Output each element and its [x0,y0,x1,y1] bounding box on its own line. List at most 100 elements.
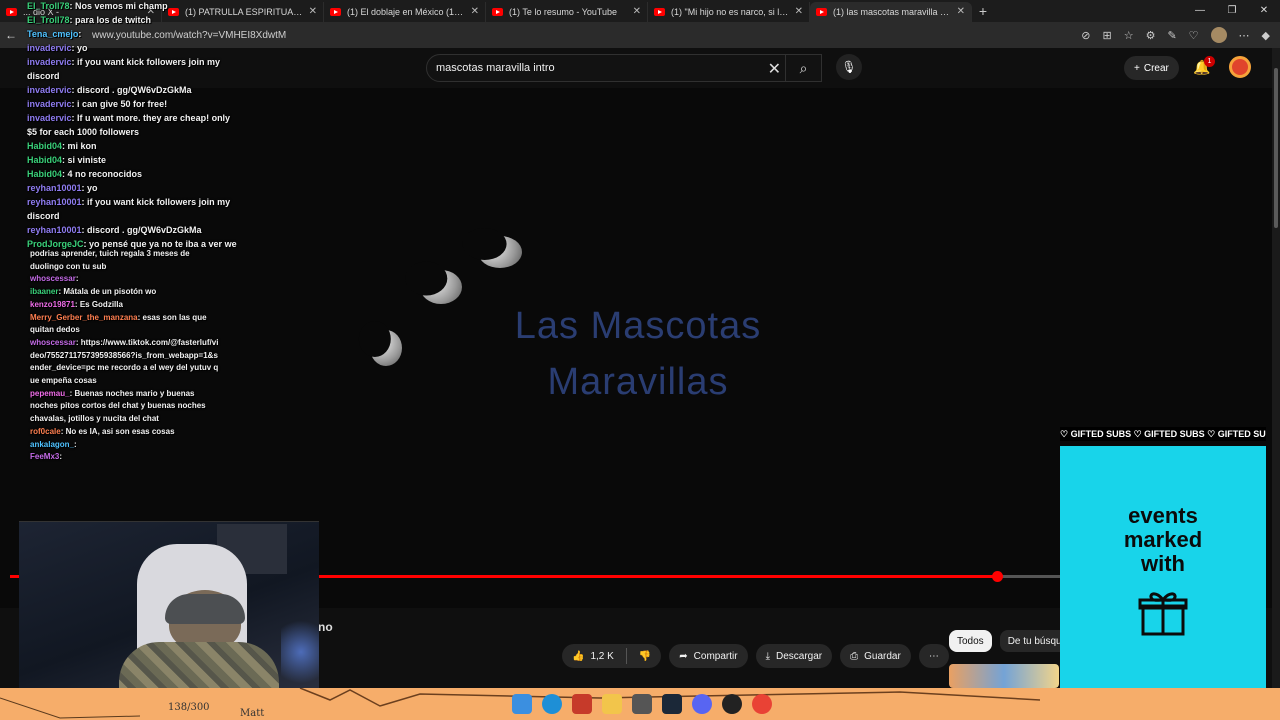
youtube-icon [330,7,341,16]
folder-icon[interactable] [602,694,622,714]
webcam-streamer-cap [165,594,245,624]
chat-message: Habid04: si viniste [27,155,107,165]
moon-image [420,270,462,304]
share-button[interactable]: ➦ Compartir [669,644,748,668]
youtube-icon [6,7,17,16]
search-input[interactable]: mascotas maravilla intro ✕ ⌕ [426,54,822,82]
chat-message: podrias aprender, tuich regala 3 meses d… [30,249,190,271]
taskbar: 138/300 Matt [0,688,1280,720]
video-title-overlay: Las Mascotas Maravillas [514,305,762,403]
chat-overlay-bottom: podrias aprender, tuich regala 3 meses d… [30,248,220,464]
chat-message: invadervic: If u want more. they are che… [27,113,231,137]
chat-message: invadervic: discord . gg/QW6vDzGkMa [27,85,192,95]
save-button[interactable]: ⎙ Guardar [840,644,911,668]
youtube-icon [492,7,503,16]
related-chips: Todos De tu búsque [949,630,1076,652]
new-tab-button[interactable]: + [972,3,994,19]
chat-message: ibaaner: Mátala de un pisotón wo [30,287,157,297]
wallpaper-count-text: 138/300 [168,702,210,713]
extensions-icon[interactable]: ⚙ [1146,29,1156,42]
screen: { "browser": { "tabs": [ {"title": "... … [0,0,1280,720]
steam-icon[interactable] [662,694,682,714]
bookmark-icon: ⎙ [850,650,859,662]
chat-message: Habid04: 4 no reconocidos [27,169,143,179]
close-tab-icon[interactable]: ✕ [309,6,317,17]
translate-icon[interactable]: ⊘ [1081,29,1090,42]
close-tab-icon[interactable]: ✕ [957,6,965,17]
account-avatar[interactable] [1229,56,1251,78]
favorite-icon[interactable]: ☆ [1124,29,1134,42]
download-icon: ⤓ [765,650,770,662]
app-icon[interactable] [632,694,652,714]
chat-message: Habid04: mi kon [27,141,97,151]
more-actions-button[interactable]: ⋯ [918,644,949,668]
chat-message: ankalagon_: [30,439,77,449]
browser-tab-4[interactable]: (1) Te lo resumo - YouTube ✕ [486,1,648,22]
chat-message: Tena_cmejo: [27,29,82,39]
chat-overlay-top: El_Troll78: Nos vemos mi champ El_Troll7… [27,0,241,251]
edge-icon[interactable] [542,694,562,714]
like-dislike-pill: 👍 1,2 K 👎 [562,644,662,668]
close-tab-icon[interactable]: ✕ [633,6,641,17]
chat-message: whoscessar: https://www.tiktok.com/@fast… [30,337,219,386]
more-icon: ⋯ [928,650,939,662]
channel-name-fragment: no [318,620,333,634]
obs-icon[interactable] [722,694,742,714]
moon-image [478,236,522,268]
favorites-icon[interactable]: ✎ [1167,29,1176,42]
chip-all[interactable]: Todos [949,630,992,652]
restore-icon[interactable]: ❐ [1216,0,1248,22]
browser-tab-3[interactable]: (1) El doblaje en México (1985) - ✕ [324,1,486,22]
chrome-icon[interactable] [752,694,772,714]
like-count[interactable]: 1,2 K [590,651,613,662]
download-button[interactable]: ⤓ Descargar [755,644,833,668]
close-window-icon[interactable]: ✕ [1248,0,1280,22]
gift-events-panel: events marked with [1060,446,1266,694]
browser-tab-6[interactable]: (1) las mascotas maravilla intro e...✕ [810,1,972,22]
minimize-icon[interactable]: — [1184,0,1216,22]
like-icon[interactable]: 👍 [572,651,584,662]
heart-icon[interactable]: ♡ [1189,29,1199,42]
back-icon[interactable]: ← [0,28,22,42]
clear-search-icon[interactable]: ✕ [768,59,781,79]
gift-events-text: events marked with [1123,503,1203,576]
browser-tab-5[interactable]: (1) "Mi hijo no es narco, si lo fue...✕ [648,1,810,22]
related-video-thumbnail[interactable] [949,664,1059,688]
streamer-webcam [19,521,319,691]
profile-avatar[interactable] [1210,27,1227,43]
create-button[interactable]: + Crear [1124,56,1179,80]
video-actions: 👍 1,2 K 👎 ➦ Compartir ⤓ Descargar ⎙ Guardar… [562,644,949,668]
search-icon[interactable]: ⌕ [785,54,821,82]
youtube-icon [654,7,665,16]
chat-message: reyhan10001: discord . gg/QW6vDzGkMa [27,225,202,235]
divider [625,648,627,664]
chat-message: El_Troll78: Nos vemos mi champ [27,1,168,11]
more-icon[interactable]: ⋯ [1239,29,1250,42]
plus-icon: + [1134,62,1140,74]
app-icon[interactable] [572,694,592,714]
close-tab-icon[interactable]: ✕ [795,6,803,17]
chat-message: rof0cale: No es IA, asi son esas cosas [30,426,175,436]
chat-message: invadervic: i can give 50 for free! [27,99,168,109]
webcam-streamer-body [119,642,279,691]
close-tab-icon[interactable]: ✕ [471,6,479,17]
start-icon[interactable] [512,694,532,714]
progress-scrubber[interactable] [992,571,1003,582]
chat-message: reyhan10001: yo [27,183,98,193]
discord-icon[interactable] [692,694,712,714]
chat-message: reyhan10001: if you want kick followers … [27,197,231,221]
chat-message: El_Troll78: para los de twitch [27,15,152,25]
moon-image [370,330,402,366]
gift-icon [1138,592,1188,636]
taskbar-apps [512,694,772,714]
split-icon[interactable]: ⊞ [1102,29,1111,42]
scrollbar-thumb[interactable] [1274,68,1278,228]
chat-message: invadervic: if you want kick followers j… [27,57,221,81]
window-controls: — ❐ ✕ [1184,0,1280,22]
page-scrollbar[interactable] [1272,48,1280,688]
dislike-icon[interactable]: 👎 [639,651,651,662]
copilot-icon[interactable]: ◆ [1262,29,1270,42]
microphone-icon[interactable]: 🎙 [836,54,862,80]
chat-message: Merry_Gerber_the_manzana: esas son las q… [30,312,207,335]
chat-message: invadervic: yo [27,43,88,53]
